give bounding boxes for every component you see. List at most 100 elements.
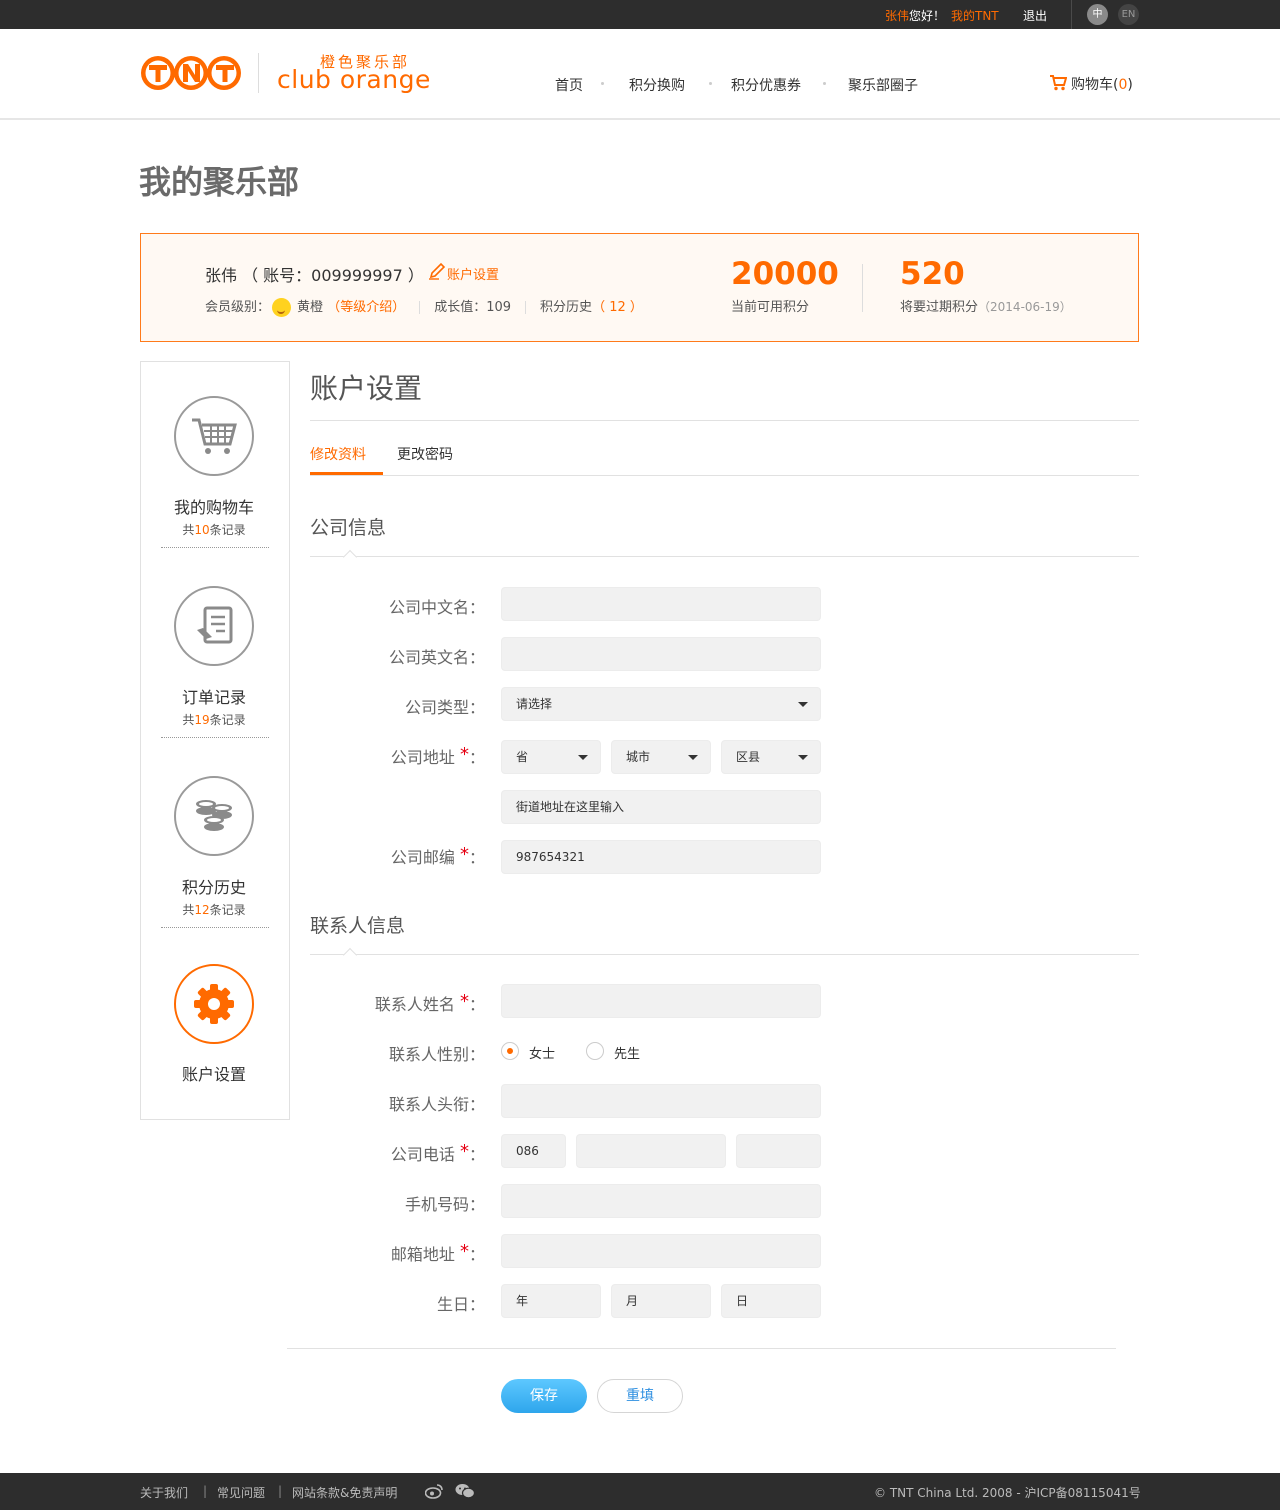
district-select[interactable]: 区县 bbox=[721, 740, 821, 774]
birthday-year-input[interactable]: 年 bbox=[501, 1284, 601, 1318]
birthday-month-input[interactable]: 月 bbox=[611, 1284, 711, 1318]
document-icon bbox=[174, 586, 254, 666]
nav-dot bbox=[709, 82, 712, 85]
province-select[interactable]: 省 bbox=[501, 740, 601, 774]
history-label: 积分历史 bbox=[540, 300, 593, 315]
company-cn-input[interactable] bbox=[501, 587, 821, 621]
gender-label: 联系人性别： bbox=[388, 1045, 485, 1064]
cart-count: 0 bbox=[1118, 77, 1128, 93]
tab-change-password[interactable]: 更改密码 bbox=[397, 444, 453, 464]
phone-area-code-input[interactable]: 086 bbox=[501, 1134, 566, 1168]
account-settings-link[interactable]: 账户设置 bbox=[427, 261, 499, 285]
contact-name-label: 联系人姓名 *： bbox=[374, 991, 485, 1014]
section-divider bbox=[310, 556, 1139, 557]
section-title: 账户设置 bbox=[310, 372, 423, 405]
coins-icon bbox=[174, 776, 254, 856]
contact-title-input[interactable] bbox=[501, 1084, 821, 1118]
sidebar-count: 共19条记录 bbox=[182, 713, 246, 727]
reset-button[interactable]: 重填 bbox=[597, 1379, 683, 1413]
mobile-input[interactable] bbox=[501, 1184, 821, 1218]
phone-label: 公司电话 *： bbox=[390, 1141, 485, 1164]
tab-divider bbox=[310, 475, 1139, 476]
wechat-icon[interactable] bbox=[455, 1483, 476, 1503]
smiley-icon bbox=[272, 298, 292, 317]
footer-link-about[interactable]: 关于我们 bbox=[140, 1484, 188, 1501]
phone-extension-input[interactable] bbox=[736, 1134, 821, 1168]
lang-zh-button[interactable]: 中 bbox=[1087, 4, 1108, 25]
zip-label: 公司邮编 *： bbox=[390, 844, 485, 867]
profile-meta: 会员级别： 黄橙 （等级介绍） 成长值：109 积分历史（ 12 ） bbox=[205, 298, 643, 317]
nav-club-circle[interactable]: 聚乐部圈子 bbox=[848, 75, 918, 95]
site-header: 橙色聚乐部 club orange 首页 积分换购 积分优惠券 聚乐部圈子 购物… bbox=[0, 29, 1280, 120]
weibo-icon[interactable] bbox=[424, 1483, 443, 1503]
company-cn-label: 公司中文名： bbox=[388, 598, 485, 617]
copyright: © TNT China Ltd. 2008 - 沪ICP备08115041号 bbox=[874, 1486, 1141, 1500]
sidebar-label: 我的购物车 bbox=[173, 498, 254, 517]
nav-points-exchange[interactable]: 积分换购 bbox=[629, 75, 685, 95]
expire-date: 2014-06-19 bbox=[990, 300, 1060, 314]
contact-name-input[interactable] bbox=[501, 984, 821, 1018]
birthday-day-input[interactable]: 日 bbox=[721, 1284, 821, 1318]
logout-link[interactable]: 退出 bbox=[1023, 7, 1047, 24]
cart-icon bbox=[1049, 74, 1068, 95]
nav-home[interactable]: 首页 bbox=[555, 75, 583, 95]
lang-en-button[interactable]: EN bbox=[1118, 4, 1139, 25]
topbar-divider bbox=[1071, 0, 1072, 29]
profile-name: 张伟 （ 账号：009999997 ） bbox=[205, 266, 424, 285]
save-button[interactable]: 保存 bbox=[501, 1379, 587, 1413]
company-section-title: 公司信息 bbox=[310, 517, 387, 539]
form-divider bbox=[287, 1348, 1116, 1349]
my-tnt-link[interactable]: 我的TNT bbox=[951, 7, 999, 24]
level-value: 黄橙 bbox=[297, 300, 324, 315]
gender-male-label[interactable]: 先生 bbox=[614, 1043, 640, 1062]
contact-section-title: 联系人信息 bbox=[310, 915, 406, 937]
cart-link[interactable]: 购物车(0) bbox=[1049, 74, 1133, 95]
footer-link-faq[interactable]: 常见问题 bbox=[217, 1484, 265, 1501]
sidebar-label: 订单记录 bbox=[181, 688, 246, 707]
address-label: 公司地址 *： bbox=[390, 744, 485, 767]
tnt-logo[interactable] bbox=[139, 54, 243, 96]
site-footer: 关于我们 | 常见问题 | 网站条款&免责声明 © TNT China Ltd.… bbox=[0, 1473, 1280, 1510]
gender-female-label[interactable]: 女士 bbox=[529, 1043, 555, 1062]
contact-title-label: 联系人头衔： bbox=[388, 1095, 485, 1114]
nav-dot bbox=[601, 82, 604, 85]
nav-coupons[interactable]: 积分优惠券 bbox=[731, 75, 801, 95]
sidebar-divider bbox=[161, 927, 269, 928]
profile-summary: 张伟 （ 账号：009999997 ） 账户设置 会员级别： 黄橙 （等级介绍）成… bbox=[140, 233, 1139, 342]
company-type-label: 公司类型： bbox=[404, 698, 485, 717]
street-input[interactable]: 街道地址在这里输入 bbox=[501, 790, 821, 824]
history-count[interactable]: 12 bbox=[609, 300, 626, 315]
greeting: 张伟您好！ bbox=[885, 7, 945, 24]
expiring-points-label: 将要过期积分（2014-06-19） bbox=[900, 300, 1072, 315]
gear-icon bbox=[174, 964, 254, 1044]
cart-label: 购物车 bbox=[1071, 77, 1113, 93]
email-input[interactable] bbox=[501, 1234, 821, 1268]
user-name: 张伟 bbox=[885, 9, 910, 23]
tab-edit-profile[interactable]: 修改资料 bbox=[310, 444, 366, 464]
cart-icon bbox=[174, 396, 254, 476]
company-type-select[interactable]: 请选择 bbox=[501, 687, 821, 721]
edit-label: 账户设置 bbox=[447, 268, 500, 283]
company-en-input[interactable] bbox=[501, 637, 821, 671]
email-label: 邮箱地址 *： bbox=[390, 1241, 485, 1264]
top-bar: 张伟您好！ 我的TNT 退出 中 EN bbox=[0, 0, 1280, 29]
sidebar-label: 积分历史 bbox=[181, 878, 246, 897]
logo-divider bbox=[258, 53, 259, 93]
tab-active-indicator bbox=[310, 472, 383, 475]
gender-male-radio[interactable] bbox=[586, 1042, 604, 1060]
expiring-label-text: 将要过期积分 bbox=[900, 300, 979, 315]
level-intro-link[interactable]: 等级介绍 bbox=[340, 300, 392, 315]
logo-en-text: club orange bbox=[277, 65, 431, 94]
gender-female-radio[interactable] bbox=[501, 1042, 519, 1060]
section-divider bbox=[310, 954, 1139, 955]
growth-value: 成长值：109 bbox=[434, 300, 512, 315]
mobile-label: 手机号码： bbox=[404, 1195, 485, 1214]
nav-dot bbox=[823, 82, 826, 85]
city-select[interactable]: 城市 bbox=[611, 740, 711, 774]
footer-separator: | bbox=[203, 1484, 208, 1498]
birthday-label: 生日： bbox=[436, 1295, 485, 1314]
footer-link-terms[interactable]: 网站条款&免责声明 bbox=[292, 1484, 397, 1501]
phone-number-input[interactable] bbox=[576, 1134, 726, 1168]
zip-input[interactable]: 987654321 bbox=[501, 840, 821, 874]
greeting-text: 您好！ bbox=[909, 9, 946, 23]
